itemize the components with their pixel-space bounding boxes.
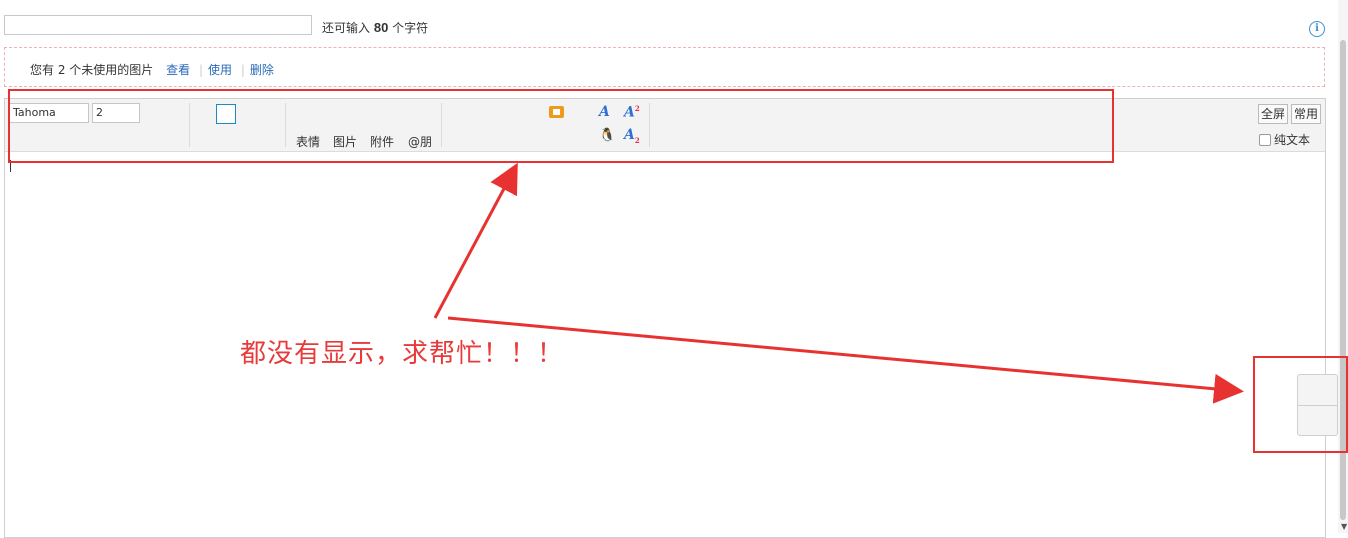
- annotation-arrows: [433, 162, 1244, 404]
- arrow-to-toolbar: [433, 162, 518, 319]
- annotation-text: 都没有显示，求帮忙！！！: [240, 339, 565, 369]
- arrow-to-scroll-widget: [447, 316, 1244, 404]
